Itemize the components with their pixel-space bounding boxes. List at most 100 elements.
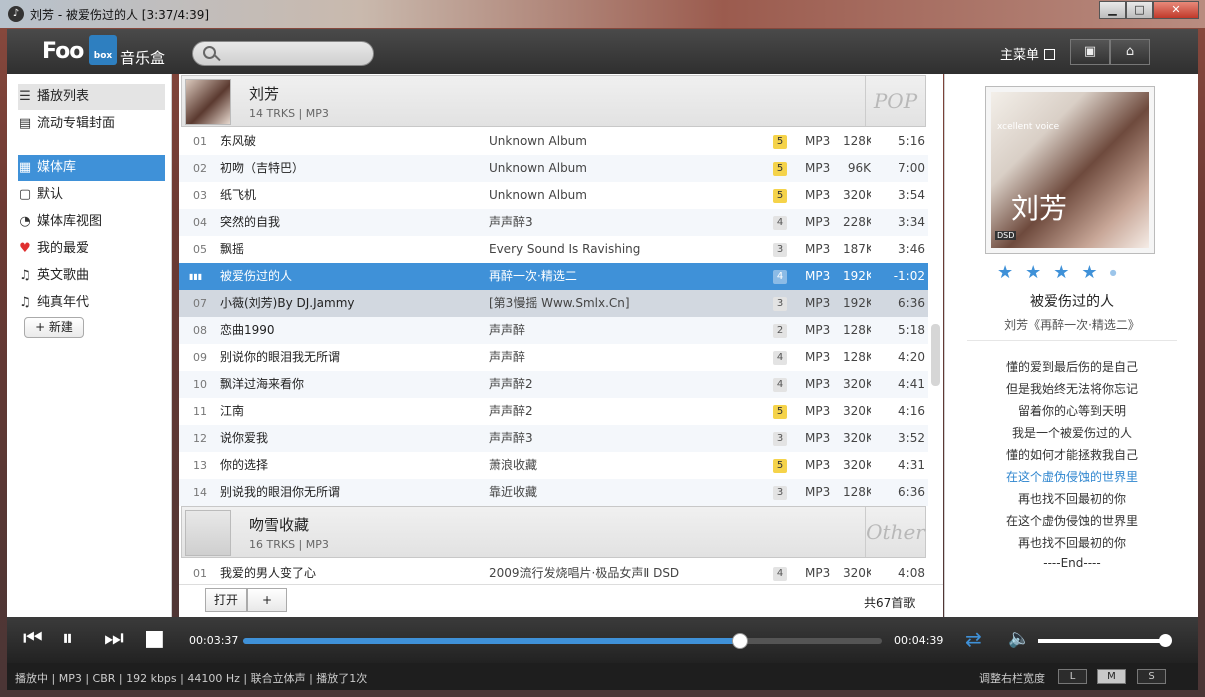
track-rating[interactable]: 5 [773, 459, 787, 473]
sidebar-item-favorites[interactable]: ♥ 我的最爱 [18, 236, 165, 262]
track-rating[interactable]: 2 [773, 324, 787, 338]
star-icon[interactable]: ★ [1081, 262, 1109, 283]
track-title: 飘洋过海来看你 [220, 377, 305, 391]
search-input[interactable] [192, 41, 374, 66]
table-row[interactable]: 04 突然的自我 声声醉3 4 MP3 228K 3:34 [179, 209, 928, 236]
track-rating[interactable]: 4 [773, 351, 787, 365]
skin-button[interactable]: ⌂ [1110, 39, 1150, 65]
lyric-line: 懂的如何才能拯救我自己 [1005, 448, 1138, 462]
track-duration: 4:31 [898, 458, 925, 472]
sidebar-item-default[interactable]: ▢ 默认 [18, 182, 165, 208]
star-icon[interactable]: ★ [1053, 262, 1081, 283]
table-row[interactable]: 07 小薇(刘芳)By DJ.Jammy [第3慢摇 Www.Smlx.Cn] 3 MP… [179, 290, 928, 317]
star-icon[interactable]: ★ [997, 262, 1025, 283]
table-row[interactable]: 03 纸飞机 Unknown Album 5 MP3 320K 3:54 [179, 182, 928, 209]
group-header[interactable]: 吻雪收藏 16 TRKS | MP3 Other [181, 506, 926, 558]
track-rating[interactable]: 5 [773, 405, 787, 419]
rating-stars[interactable]: ★★★★● [997, 262, 1129, 283]
track-rating[interactable]: 3 [773, 432, 787, 446]
track-number: 14 [193, 486, 207, 499]
status-bar: 播放中 | MP3 | CBR | 192 kbps | 44100 Hz | … [7, 663, 1198, 690]
track-number: 09 [193, 351, 207, 364]
app-name: 音乐盒 [120, 49, 166, 67]
open-button[interactable]: 打开 [205, 588, 247, 612]
previous-button[interactable]: ⏮ [23, 627, 43, 651]
star-empty-icon[interactable]: ● [1110, 268, 1129, 277]
track-title: 小薇(刘芳)By DJ.Jammy [220, 296, 355, 310]
cover-tagline: xcellent voice [997, 122, 1060, 132]
track-rating[interactable]: 5 [773, 189, 787, 203]
table-row[interactable]: 被爱伤过的人 再醉一次·精选二 4 MP3 192K -1:02 ▮▮▮ [179, 263, 928, 290]
table-row[interactable]: 01 我爱的男人变了心 2009流行发烧唱片·极品女声Ⅱ DSD 4 MP3 320K 4:… [179, 560, 928, 587]
volume-slider[interactable] [1038, 634, 1173, 647]
track-rating[interactable]: 3 [773, 486, 787, 500]
track-rating[interactable]: 4 [773, 216, 787, 230]
track-rating[interactable]: 5 [773, 162, 787, 176]
sidebar-item-library-view[interactable]: ◔ 媒体库视图 [18, 209, 165, 235]
star-icon[interactable]: ★ [1025, 262, 1053, 283]
volume-button[interactable]: 🔈 [1008, 627, 1030, 651]
track-rating[interactable]: 5 [773, 135, 787, 149]
track-title: 飘摇 [220, 242, 245, 256]
progress-knob[interactable] [732, 633, 749, 649]
table-row[interactable]: 11 江南 声声醉2 5 MP3 320K 4:16 [179, 398, 928, 425]
repeat-button[interactable]: ⇄ [965, 627, 982, 651]
table-row[interactable]: 13 你的选择 萧浪收藏 5 MP3 320K 4:31 [179, 452, 928, 479]
main-menu-button[interactable]: 主菜单 [1000, 44, 1056, 63]
add-button[interactable]: + [247, 588, 287, 612]
track-format: MP3 [805, 188, 831, 202]
track-title: 恋曲1990 [220, 323, 275, 337]
track-duration: 6:36 [898, 296, 925, 310]
track-title: 别说我的眼泪你无所谓 [220, 485, 341, 499]
track-number: 13 [193, 459, 207, 472]
album-cover[interactable]: xcellent voice 刘芳 DSD [985, 86, 1155, 254]
track-format: MP3 [805, 458, 831, 472]
table-row[interactable]: 05 飘摇 Every Sound Is Ravishing 3 MP3 187K 3:46 [179, 236, 928, 263]
track-duration: 3:52 [898, 431, 925, 445]
stop-button[interactable]: ■ [144, 627, 165, 651]
table-row[interactable]: 02 初吻（吉特巴） Unknown Album 5 MP3 96K 7:00 [179, 155, 928, 182]
window-title: 刘芳 - 被爱伤过的人 [3:37/4:39] [30, 8, 210, 22]
table-row[interactable]: 01 东风破 Unknown Album 5 MP3 128K 5:16 [179, 128, 928, 155]
pause-button[interactable]: ⏸ [62, 627, 73, 651]
transport-bar: ⏮ ⏸ ⏭ ■ 00:03:37 00:04:39 ⇄ 🔈 [7, 617, 1198, 663]
sidebar-item-coverflow[interactable]: ▤ 流动专辑封面 [18, 111, 165, 137]
sidebar-item-label: 我的最爱 [37, 241, 90, 256]
close-button[interactable]: ✕ [1153, 1, 1199, 19]
new-playlist-button[interactable]: + 新建 [24, 317, 84, 338]
maximize-button[interactable]: □ [1126, 1, 1153, 19]
progress-bar[interactable] [243, 633, 882, 649]
track-rating[interactable]: 3 [773, 297, 787, 311]
sidebar-item-library[interactable]: ▦ 媒体库 [18, 155, 165, 181]
scrollbar-thumb[interactable] [931, 324, 940, 386]
track-rating[interactable]: 3 [773, 243, 787, 257]
volume-knob[interactable] [1159, 634, 1173, 647]
minimize-button[interactable]: ▁ [1099, 1, 1126, 19]
track-rating[interactable]: 4 [773, 378, 787, 392]
width-small-button[interactable]: S [1137, 669, 1166, 684]
track-album: 2009流行发烧唱片·极品女声Ⅱ DSD [489, 566, 680, 580]
next-button[interactable]: ⏭ [104, 627, 124, 651]
avatar [185, 510, 231, 556]
sidebar-item-innocent-age[interactable]: ♫ 纯真年代 [18, 290, 165, 316]
view-icon: ◔ [19, 214, 31, 229]
note-icon: ♫ [19, 268, 31, 283]
table-row[interactable]: 12 说你爱我 声声醉3 3 MP3 320K 3:52 [179, 425, 928, 452]
group-header[interactable]: 刘芳 14 TRKS | MP3 POP [181, 75, 926, 127]
top-bar: Foo box 音乐盒 主菜单 ▣ ⌂ [7, 29, 1198, 74]
track-rating[interactable]: 4 [773, 270, 787, 284]
track-number: 01 [193, 567, 207, 580]
table-row[interactable]: 09 别说你的眼泪我无所谓 声声醉 4 MP3 128K 4:20 [179, 344, 928, 371]
sidebar-item-playlist[interactable]: ☰ 播放列表 [18, 84, 165, 110]
table-row[interactable]: 14 别说我的眼泪你无所谓 靠近收藏 3 MP3 128K 6:36 [179, 479, 928, 506]
mini-mode-button[interactable]: ▣ [1070, 39, 1110, 65]
sidebar-item-english-songs[interactable]: ♫ 英文歌曲 [18, 263, 165, 289]
track-rating[interactable]: 4 [773, 567, 787, 581]
table-row[interactable]: 08 恋曲1990 声声醉 2 MP3 128K 5:18 [179, 317, 928, 344]
width-large-button[interactable]: L [1058, 669, 1087, 684]
table-row[interactable]: 10 飘洋过海来看你 声声醉2 4 MP3 320K 4:41 [179, 371, 928, 398]
track-title: 突然的自我 [220, 215, 281, 229]
lyric-line: 在这个虚伪侵蚀的世界里 [1005, 514, 1138, 528]
track-album: Unknown Album [489, 134, 587, 148]
width-medium-button[interactable]: M [1097, 669, 1126, 684]
